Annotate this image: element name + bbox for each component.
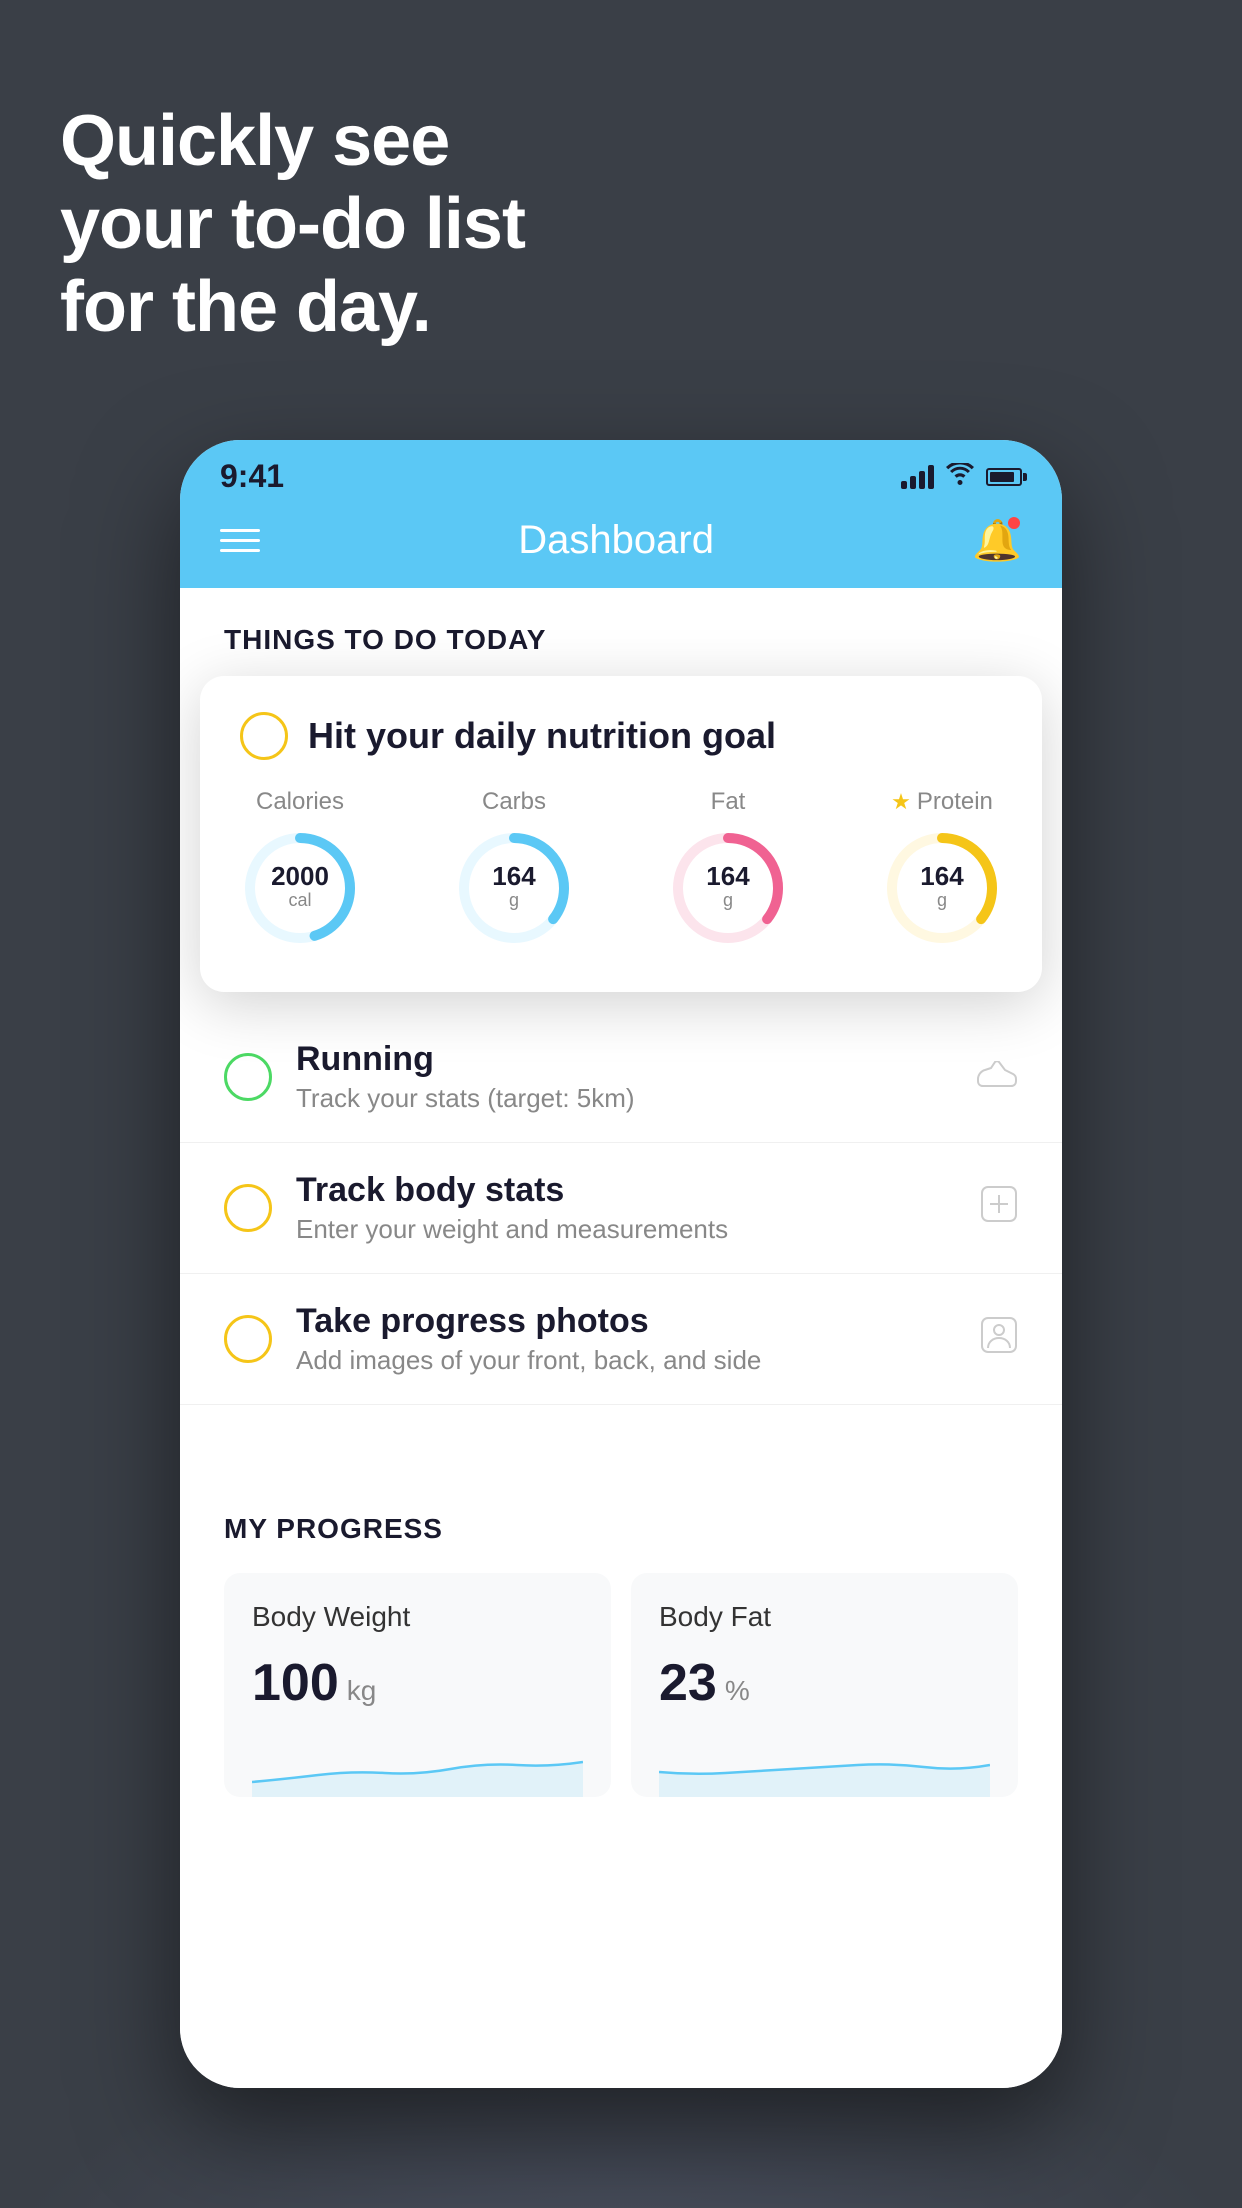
things-section: THINGS TO DO TODAY (180, 588, 1062, 656)
nutrition-card: Hit your daily nutrition goal Calories 2… (200, 676, 1042, 992)
body-weight-card-title: Body Weight (252, 1601, 583, 1633)
person-icon (980, 1316, 1018, 1363)
things-section-title: THINGS TO DO TODAY (224, 624, 1018, 656)
signal-icon (901, 465, 934, 489)
body-weight-unit: kg (347, 1675, 377, 1707)
shoe-icon (976, 1056, 1018, 1098)
calories-donut: 2000 cal (240, 828, 360, 948)
fat-donut: 164 g (668, 828, 788, 948)
nav-title: Dashboard (518, 518, 714, 563)
body-fat-value: 23 (659, 1653, 717, 1713)
photos-subtitle: Add images of your front, back, and side (296, 1345, 956, 1376)
task-checkbox[interactable] (240, 712, 288, 760)
nutrition-calories: Calories 2000 cal (240, 788, 360, 948)
progress-section-title: MY PROGRESS (224, 1513, 1018, 1545)
carbs-donut: 164 g (454, 828, 574, 948)
list-item-body-stats[interactable]: Track body stats Enter your weight and m… (180, 1143, 1062, 1274)
svg-text:g: g (509, 890, 519, 910)
body-weight-value: 100 (252, 1653, 339, 1713)
calories-label: Calories (256, 788, 344, 816)
hamburger-menu[interactable] (220, 529, 260, 552)
hero-text: Quickly see your to-do list for the day. (60, 100, 525, 348)
progress-cards: Body Weight 100 kg Body Fat (224, 1573, 1018, 1797)
svg-text:164: 164 (920, 861, 964, 891)
nav-bar: Dashboard 🔔 (180, 501, 1062, 588)
status-bar: 9:41 (180, 440, 1062, 501)
phone-frame: 9:41 Dashboard 🔔 (180, 440, 1062, 2088)
nutrition-card-title: Hit your daily nutrition goal (308, 715, 776, 757)
protein-donut: 164 g (882, 828, 1002, 948)
list-item-running[interactable]: Running Track your stats (target: 5km) (180, 1012, 1062, 1143)
body-stats-title: Track body stats (296, 1171, 956, 1210)
protein-label: Protein (917, 788, 993, 816)
carbs-label: Carbs (482, 788, 546, 816)
running-title: Running (296, 1040, 952, 1079)
body-stats-content: Track body stats Enter your weight and m… (296, 1171, 956, 1245)
body-stats-checkbox[interactable] (224, 1184, 272, 1232)
photos-checkbox[interactable] (224, 1315, 272, 1363)
list-item-photos[interactable]: Take progress photos Add images of your … (180, 1274, 1062, 1405)
photos-title: Take progress photos (296, 1302, 956, 1341)
svg-text:164: 164 (492, 861, 536, 891)
nutrition-fat: Fat 164 g (668, 788, 788, 948)
body-weight-value-row: 100 kg (252, 1653, 583, 1713)
running-subtitle: Track your stats (target: 5km) (296, 1083, 952, 1114)
progress-section: MY PROGRESS Body Weight 100 kg (180, 1465, 1062, 1797)
nutrition-row: Calories 2000 cal Carbs (240, 788, 1002, 948)
wifi-icon (946, 463, 974, 491)
status-time: 9:41 (220, 458, 284, 495)
svg-text:g: g (937, 890, 947, 910)
fat-label: Fat (711, 788, 746, 816)
notification-dot (1008, 517, 1020, 529)
phone-content: THINGS TO DO TODAY Hit your daily nutrit… (180, 588, 1062, 2088)
svg-text:2000: 2000 (271, 861, 329, 891)
svg-text:g: g (723, 890, 733, 910)
scale-icon (980, 1185, 1018, 1232)
photos-content: Take progress photos Add images of your … (296, 1302, 956, 1376)
running-content: Running Track your stats (target: 5km) (296, 1040, 952, 1114)
body-fat-unit: % (725, 1675, 750, 1707)
svg-text:164: 164 (706, 861, 750, 891)
body-fat-value-row: 23 % (659, 1653, 990, 1713)
svg-text:cal: cal (288, 890, 311, 910)
card-title-row: Hit your daily nutrition goal (240, 712, 1002, 760)
body-fat-card[interactable]: Body Fat 23 % (631, 1573, 1018, 1797)
running-checkbox[interactable] (224, 1053, 272, 1101)
status-icons (901, 463, 1022, 491)
body-weight-sparkline (252, 1737, 583, 1797)
body-fat-sparkline (659, 1737, 990, 1797)
battery-icon (986, 468, 1022, 486)
nutrition-protein: ★ Protein 164 g (882, 788, 1002, 948)
body-fat-card-title: Body Fat (659, 1601, 990, 1633)
protein-label-row: ★ Protein (891, 788, 993, 816)
body-weight-card[interactable]: Body Weight 100 kg (224, 1573, 611, 1797)
body-stats-subtitle: Enter your weight and measurements (296, 1214, 956, 1245)
star-icon: ★ (891, 789, 911, 815)
nutrition-carbs: Carbs 164 g (454, 788, 574, 948)
bell-icon[interactable]: 🔔 (972, 517, 1022, 564)
